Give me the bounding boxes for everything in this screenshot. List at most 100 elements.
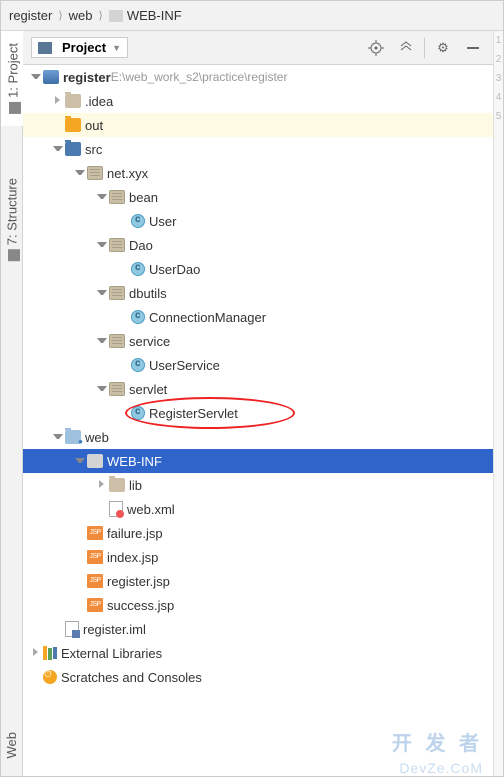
arrow-none — [119, 216, 129, 226]
tree-row-external-libraries[interactable]: External Libraries — [23, 641, 493, 665]
tree-row-src[interactable]: src — [23, 137, 493, 161]
tree-row-success-jsp[interactable]: success.jsp — [23, 593, 493, 617]
expand-arrow-icon[interactable] — [97, 384, 107, 394]
expand-arrow-icon[interactable] — [53, 144, 63, 154]
expand-arrow-icon[interactable] — [97, 336, 107, 346]
expand-arrow-icon[interactable] — [53, 432, 63, 442]
tree-label: web.xml — [127, 502, 175, 517]
expand-arrow-icon[interactable] — [53, 96, 63, 106]
folder-blue-icon — [65, 142, 81, 156]
tree-row-register-iml[interactable]: register.iml — [23, 617, 493, 641]
expand-arrow-icon[interactable] — [75, 168, 85, 178]
tree-row-web-xml[interactable]: web.xml — [23, 497, 493, 521]
tree-row-lib[interactable]: lib — [23, 473, 493, 497]
tree-row-connectionmanager[interactable]: ConnectionManager — [23, 305, 493, 329]
tree-row-net-xyx[interactable]: net.xyx — [23, 161, 493, 185]
tree-row-userservice[interactable]: UserService — [23, 353, 493, 377]
tree-row-out[interactable]: out — [23, 113, 493, 137]
tree-row-scratches-and-consoles[interactable]: Scratches and Consoles — [23, 665, 493, 689]
project-view-label: Project — [62, 40, 106, 55]
tree-label: User — [149, 214, 176, 229]
tree-path-suffix: E:\web_work_s2\practice\register — [111, 70, 288, 84]
crumb-1[interactable]: web — [69, 8, 93, 23]
line-number: 3 — [494, 69, 503, 88]
tree-row-registerservlet[interactable]: RegisterServlet — [23, 401, 493, 425]
tree-label: bean — [129, 190, 158, 205]
expand-arrow-icon[interactable] — [75, 456, 85, 466]
project-view-selector[interactable]: Project ▼ — [31, 37, 128, 58]
arrow-none — [119, 264, 129, 274]
arrow-none — [75, 552, 85, 562]
tab-web-label: Web — [4, 732, 19, 759]
folder-icon — [109, 478, 125, 492]
tree-label: dbutils — [129, 286, 167, 301]
tree-row-register[interactable]: register E:\web_work_s2\practice\registe… — [23, 65, 493, 89]
web-folder-icon — [65, 430, 81, 444]
locate-button[interactable] — [364, 36, 388, 60]
project-icon — [9, 102, 21, 114]
tree-row-web[interactable]: web — [23, 425, 493, 449]
line-number: 5 — [494, 107, 503, 126]
tab-structure[interactable]: 7: Structure — [1, 166, 23, 273]
tree-label: ConnectionManager — [149, 310, 266, 325]
tab-structure-label: 7: Structure — [5, 178, 20, 245]
project-toolbar: Project ▼ ⚙ — [23, 31, 493, 65]
tab-project[interactable]: 1: Project — [1, 31, 25, 126]
tree-label: service — [129, 334, 170, 349]
settings-button[interactable]: ⚙ — [431, 36, 455, 60]
pkg-icon — [109, 190, 125, 204]
tree-row-userdao[interactable]: UserDao — [23, 257, 493, 281]
arrow-none — [75, 528, 85, 538]
crumb-sep-icon: ⟩ — [58, 9, 62, 22]
arrow-none — [119, 360, 129, 370]
arrow-none — [97, 504, 107, 514]
pkg-icon — [87, 166, 103, 180]
tree-label: UserService — [149, 358, 220, 373]
scratch-icon — [43, 670, 57, 684]
expand-arrow-icon[interactable] — [31, 648, 41, 658]
expand-arrow-icon[interactable] — [97, 240, 107, 250]
pkg-icon — [109, 334, 125, 348]
arrow-none — [31, 672, 41, 682]
tree-row-dao[interactable]: Dao — [23, 233, 493, 257]
tree-row-dbutils[interactable]: dbutils — [23, 281, 493, 305]
tree-label: register.jsp — [107, 574, 170, 589]
crumb-sep-icon: ⟩ — [99, 9, 103, 22]
project-tree[interactable]: register E:\web_work_s2\practice\registe… — [23, 65, 493, 766]
tree-row-failure-jsp[interactable]: failure.jsp — [23, 521, 493, 545]
arrow-none — [119, 408, 129, 418]
tree-label: failure.jsp — [107, 526, 163, 541]
expand-arrow-icon[interactable] — [31, 72, 41, 82]
expand-arrow-icon[interactable] — [97, 480, 107, 490]
arrow-none — [53, 120, 63, 130]
tab-project-label: 1: Project — [6, 43, 21, 98]
tree-label: src — [85, 142, 102, 157]
tab-web[interactable]: Web — [1, 720, 22, 771]
breadcrumb[interactable]: register ⟩ web ⟩ WEB-INF — [1, 1, 503, 31]
tree-row-servlet[interactable]: servlet — [23, 377, 493, 401]
arrow-none — [53, 624, 63, 634]
tree-label: .idea — [85, 94, 113, 109]
tree-row-service[interactable]: service — [23, 329, 493, 353]
libs-icon — [43, 646, 57, 660]
pkg-icon — [109, 238, 125, 252]
crumb-0[interactable]: register — [9, 8, 52, 23]
iml-icon — [65, 621, 79, 637]
arrow-none — [75, 576, 85, 586]
tree-row-bean[interactable]: bean — [23, 185, 493, 209]
expand-arrow-icon[interactable] — [97, 192, 107, 202]
tree-row-register-jsp[interactable]: register.jsp — [23, 569, 493, 593]
expand-arrow-icon[interactable] — [97, 288, 107, 298]
tree-label: Dao — [129, 238, 153, 253]
tree-row-web-inf[interactable]: WEB-INF — [23, 449, 493, 473]
tree-label: lib — [129, 478, 142, 493]
tree-label: RegisterServlet — [149, 406, 238, 421]
collapse-all-button[interactable] — [394, 36, 418, 60]
tree-row-user[interactable]: User — [23, 209, 493, 233]
crumb-2[interactable]: WEB-INF — [127, 8, 182, 23]
tree-row--idea[interactable]: .idea — [23, 89, 493, 113]
tree-row-index-jsp[interactable]: index.jsp — [23, 545, 493, 569]
hide-button[interactable] — [461, 36, 485, 60]
jsp-icon — [87, 550, 103, 564]
project-scope-icon — [38, 42, 52, 54]
